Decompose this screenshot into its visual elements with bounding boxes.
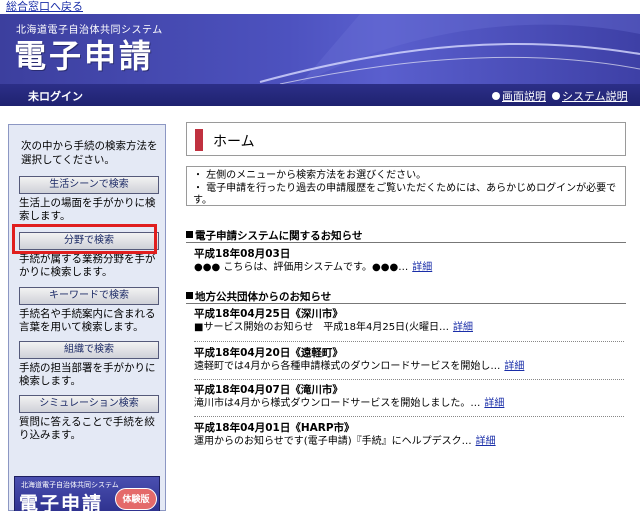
simulation-desc: 質問に答えることで手続を絞り込みます。 xyxy=(19,416,155,441)
title-marker xyxy=(195,129,203,151)
life-scene-desc: 生活上の場面を手がかりに検索します。 xyxy=(19,197,156,222)
news-item: 平成18年04月25日《深川市》 ■サービス開始のお知らせ 平成18年4月25日… xyxy=(194,308,624,334)
local-news-heading: 地方公共団体からのお知らせ xyxy=(186,289,331,304)
news-date: 平成18年08月03日 xyxy=(194,248,291,260)
system-title: 電子申請 xyxy=(14,37,155,75)
news-separator xyxy=(194,416,624,417)
news-date: 平成18年04月20日《遠軽町》 xyxy=(194,347,343,359)
news-detail-link[interactable]: 詳細 xyxy=(453,322,473,333)
system-help-link[interactable]: システム説明 xyxy=(552,88,628,104)
field-desc: 手続が属する業務分野を手がかりに検索します。 xyxy=(19,253,156,278)
news-text: 運用からのお知らせです(電子申請)『手続』にヘルプデスク… xyxy=(194,436,472,447)
sidebar-intro: 次の中から手続の検索方法を選択してください。 xyxy=(21,140,158,166)
news-separator xyxy=(194,341,624,342)
divider xyxy=(186,242,626,243)
search-by-organization-button[interactable]: 組織で検索 xyxy=(19,341,159,359)
back-to-portal-link[interactable]: 総合窓口へ戻る xyxy=(6,0,83,13)
news-text: ●●● こちらは、評価用システムです。●●●… xyxy=(194,262,409,273)
status-bar: 未ログイン 画面説明 システム説明 xyxy=(0,84,640,106)
system-help-label: システム説明 xyxy=(562,90,628,103)
system-subtitle: 北海道電子自治体共同システム xyxy=(16,25,163,36)
news-date: 平成18年04月07日《滝川市》 xyxy=(194,384,343,396)
local-news-title: 地方公共団体からのお知らせ xyxy=(195,291,332,303)
divider xyxy=(186,303,626,304)
instruction-line: す。 xyxy=(193,195,212,206)
news-detail-link[interactable]: 詳細 xyxy=(476,436,496,447)
search-by-keyword-button[interactable]: キーワードで検索 xyxy=(19,287,159,305)
news-item: 平成18年04月07日《滝川市》 滝川市は4月から様式ダウンロードサービスを開始… xyxy=(194,384,624,410)
simulation-search-button[interactable]: シミュレーション検索 xyxy=(19,395,159,413)
news-text: 遠軽町では4月から各種申請様式のダウンロードサービスを開始し… xyxy=(194,361,501,372)
system-news-heading: 電子申請システムに関するお知らせ xyxy=(186,228,362,243)
search-by-life-scene-button[interactable]: 生活シーンで検索 xyxy=(19,176,159,194)
header-banner: 北海道電子自治体共同システム 電子申請 xyxy=(0,14,640,84)
news-detail-link[interactable]: 詳細 xyxy=(484,398,504,409)
keyword-desc: 手続名や手続案内に含まれる言葉を用いて検索します。 xyxy=(19,308,156,333)
news-detail-link[interactable]: 詳細 xyxy=(412,262,432,273)
instructions-box: ・ 左側のメニューから検索方法をお選びください。 ・ 電子申請を行ったり過去の申… xyxy=(186,166,626,206)
page-title: ホーム xyxy=(213,134,255,150)
news-separator xyxy=(194,379,624,380)
screen-help-link[interactable]: 画面説明 xyxy=(492,88,546,104)
search-sidebar: 次の中から手続の検索方法を選択してください。 生活シーンで検索 生活上の場面を手… xyxy=(8,124,166,511)
square-bullet-icon xyxy=(186,292,193,299)
system-news-title: 電子申請システムに関するお知らせ xyxy=(195,230,363,242)
instruction-line: ・ 電子申請を行ったり過去の申請履歴をご覧いただくためには、あらかじめログインが… xyxy=(193,182,617,194)
page-header: ホーム xyxy=(186,122,626,156)
bullet-icon xyxy=(492,92,500,100)
selection-highlight xyxy=(12,224,157,254)
screen-help-label: 画面説明 xyxy=(502,90,546,103)
trial-badge: 体験版 xyxy=(115,488,157,510)
news-date: 平成18年04月01日《HARP市》 xyxy=(194,422,355,434)
news-item: 平成18年08月03日 ●●● こちらは、評価用システムです。●●●… 詳細 xyxy=(194,248,624,274)
square-bullet-icon xyxy=(186,231,193,238)
logo-title: 電子申請 xyxy=(19,493,104,511)
news-text: 滝川市は4月から様式ダウンロードサービスを開始しました。… xyxy=(194,398,481,409)
login-status: 未ログイン xyxy=(28,90,83,103)
bullet-icon xyxy=(552,92,560,100)
news-text: ■サービス開始のお知らせ 平成18年4月25日(火曜日… xyxy=(194,322,449,333)
news-detail-link[interactable]: 詳細 xyxy=(504,361,524,372)
news-item: 平成18年04月20日《遠軽町》 遠軽町では4月から各種申請様式のダウンロードサ… xyxy=(194,347,624,373)
instruction-line: ・ 左側のメニューから検索方法をお選びください。 xyxy=(193,170,427,181)
system-logo: 北海道電子自治体共同システム 電子申請 体験版 xyxy=(14,476,160,511)
news-date: 平成18年04月25日《深川市》 xyxy=(194,308,343,320)
organization-desc: 手続の担当部署を手がかりに検索します。 xyxy=(19,362,156,387)
news-item: 平成18年04月01日《HARP市》 運用からのお知らせです(電子申請)『手続』… xyxy=(194,422,624,448)
